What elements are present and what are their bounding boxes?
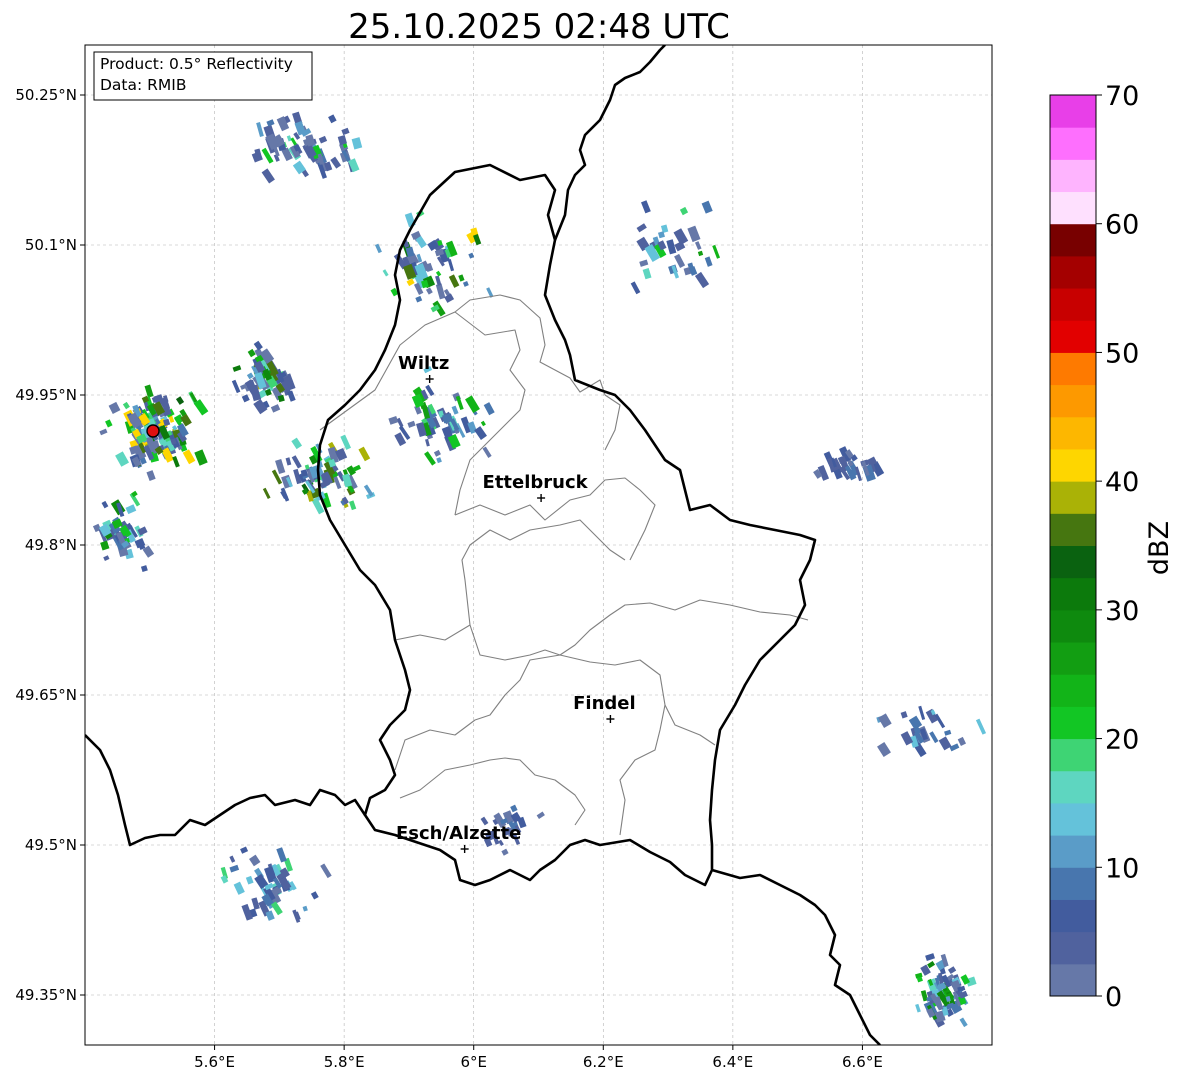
colorbar-tick-label: 70 (1105, 81, 1139, 112)
colorbar-swatch (1050, 706, 1096, 740)
colorbar-tick-label: 30 (1105, 596, 1139, 627)
colorbar: 0 10 20 30 40 50 60 70 dBZ (1049, 81, 1175, 1013)
city-label: Esch/Alzette (396, 823, 521, 844)
radar-site-icon (146, 424, 160, 438)
info-data-source: Data: RMIB (100, 76, 187, 94)
colorbar-swatch (1050, 481, 1096, 514)
colorbar-swatch (1050, 899, 1096, 933)
colorbar-swatch (1050, 609, 1096, 643)
colorbar-tick-label: 10 (1105, 853, 1139, 884)
colorbar-swatch (1050, 255, 1096, 289)
colorbar-tick-label: 40 (1105, 467, 1139, 498)
x-tick-label: 6°E (460, 1053, 487, 1071)
colorbar-swatch (1050, 191, 1096, 225)
colorbar-swatch (1050, 384, 1096, 418)
x-tick-label: 6.2°E (583, 1053, 624, 1071)
radar-site-marker (146, 424, 160, 438)
colorbar-swatch (1050, 159, 1096, 193)
colorbar-ticks: 0 10 20 30 40 50 60 70 (1096, 81, 1139, 1013)
colorbar-swatch (1050, 127, 1096, 160)
colorbar-swatch (1050, 448, 1096, 482)
x-tick-label: 6.6°E (842, 1053, 883, 1071)
city-label: Wiltz (398, 353, 449, 374)
colorbar-swatch (1050, 931, 1096, 965)
info-box: Product: 0.5° Reflectivity Data: RMIB (93, 51, 313, 101)
chart-title: 25.10.2025 02:48 UTC (348, 7, 730, 47)
x-tick-label: 5.6°E (194, 1053, 235, 1071)
y-tick-label: 50.25°N (15, 86, 77, 104)
city-label: Ettelbruck (483, 472, 589, 493)
colorbar-tick-label: 50 (1105, 338, 1139, 369)
info-product: Product: 0.5° Reflectivity (100, 55, 293, 73)
x-tick-label: 5.8°E (324, 1053, 365, 1071)
y-tick-label: 49.8°N (25, 536, 77, 554)
y-tick-label: 49.5°N (25, 836, 77, 854)
colorbar-swatch (1050, 416, 1096, 450)
y-tick-label: 49.65°N (15, 686, 77, 704)
colorbar-swatch (1050, 545, 1096, 579)
y-tick-label: 49.95°N (15, 386, 77, 404)
y-tick-label: 49.35°N (15, 986, 77, 1004)
colorbar-swatches (1050, 95, 1096, 997)
colorbar-swatch (1050, 770, 1096, 804)
colorbar-swatch (1050, 352, 1096, 386)
x-tick-label: 6.4°E (712, 1053, 753, 1071)
colorbar-tick-label: 60 (1105, 210, 1139, 241)
colorbar-swatch (1050, 963, 1096, 997)
colorbar-tick-label: 20 (1105, 725, 1139, 756)
colorbar-swatch (1050, 320, 1096, 353)
colorbar-swatch (1050, 642, 1096, 675)
colorbar-swatch (1050, 835, 1096, 868)
y-tick-label: 50.1°N (25, 236, 77, 254)
radar-figure: 25.10.2025 02:48 UTC WiltzEttelbruckFind… (15, 7, 1175, 1071)
city-label: Findel (573, 693, 636, 714)
x-axis-ticks: 5.6°E 5.8°E 6°E 6.2°E 6.4°E 6.6°E (194, 1045, 883, 1071)
colorbar-tick-label: 0 (1105, 982, 1122, 1013)
colorbar-swatch (1050, 674, 1096, 707)
colorbar-swatch (1050, 223, 1096, 257)
colorbar-label: dBZ (1144, 521, 1175, 575)
y-axis-ticks: 50.25°N 50.1°N 49.95°N 49.8°N 49.65°N 49.5°N 4… (15, 86, 85, 1004)
colorbar-swatch (1050, 738, 1096, 772)
colorbar-swatch (1050, 802, 1096, 836)
map-plot-area: Wiltz Ettelbruck Findel Esch/Alzette Produc… (15, 44, 993, 1071)
colorbar-swatch (1050, 95, 1096, 128)
colorbar-swatch (1050, 577, 1096, 611)
colorbar-swatch (1050, 867, 1096, 900)
colorbar-swatch (1050, 513, 1096, 546)
colorbar-swatch (1050, 288, 1096, 321)
